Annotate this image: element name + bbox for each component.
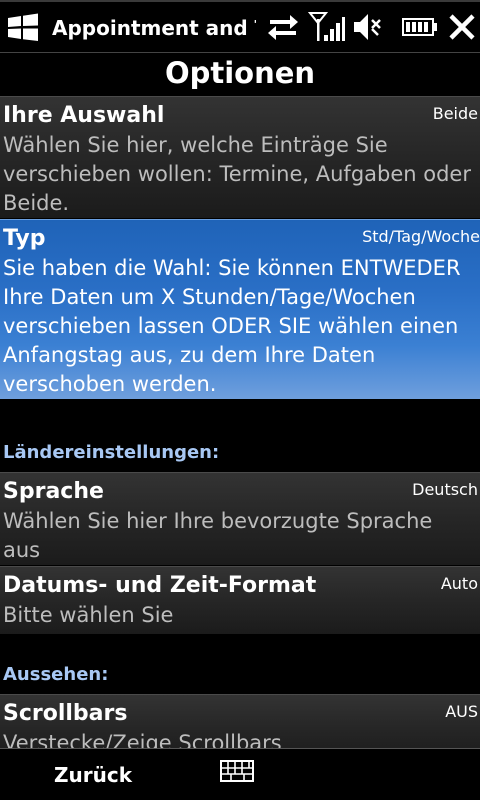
- option-description: Sie haben die Wahl: Sie können ENTWEDER …: [3, 256, 461, 396]
- close-icon[interactable]: [448, 11, 476, 43]
- option-title: Ihre Auswahl: [3, 103, 165, 128]
- option-datums-zeit-format[interactable]: Datums- und Zeit-Format Auto Bitte wähle…: [0, 566, 480, 634]
- option-title: Datums- und Zeit-Format: [3, 573, 317, 598]
- option-value: Deutsch: [412, 480, 478, 499]
- option-description: Wählen Sie hier, welche Einträge Sie ver…: [3, 133, 471, 215]
- option-ihre-auswahl[interactable]: Ihre Auswahl Beide Wählen Sie hier, welc…: [0, 96, 480, 218]
- option-scrollbars[interactable]: Scrollbars AUS Verstecke/Zeige Scrollbar…: [0, 694, 480, 748]
- option-description: Verstecke/Zeige Scrollbars: [3, 731, 282, 748]
- option-value: Std/Tag/Woche: [362, 227, 480, 246]
- option-title: Scrollbars: [3, 701, 128, 726]
- title-bar: Appointment and Ta: [0, 0, 480, 52]
- sync-arrows-icon[interactable]: [266, 11, 300, 43]
- keyboard-icon[interactable]: [220, 760, 254, 782]
- option-title: Sprache: [3, 479, 104, 504]
- options-list[interactable]: Ihre Auswahl Beide Wählen Sie hier, welc…: [0, 96, 480, 748]
- option-value: AUS: [445, 702, 478, 721]
- option-description: Bitte wählen Sie: [3, 603, 174, 627]
- option-title: Typ: [3, 226, 46, 251]
- soft-key-bar: Zurück: [0, 748, 480, 800]
- option-typ[interactable]: Typ Std/Tag/Woche Sie haben die Wahl: Si…: [0, 219, 480, 399]
- back-button[interactable]: Zurück: [54, 762, 132, 788]
- option-value: Auto: [440, 574, 478, 593]
- option-sprache[interactable]: Sprache Deutsch Wählen Sie hier Ihre bev…: [0, 472, 480, 565]
- section-heading-laendereinstellungen: Ländereinstellungen:: [3, 442, 220, 463]
- signal-strength-icon[interactable]: [308, 11, 346, 43]
- option-value: Beide: [432, 104, 478, 123]
- page-title: Optionen: [164, 56, 316, 90]
- windows-start-icon[interactable]: [6, 12, 40, 42]
- speaker-muted-icon[interactable]: [352, 11, 382, 43]
- battery-icon[interactable]: [402, 11, 438, 43]
- option-description: Wählen Sie hier Ihre bevorzugte Sprache …: [3, 509, 433, 562]
- app-title[interactable]: Appointment and Ta: [52, 14, 256, 44]
- section-heading-aussehen: Aussehen:: [3, 664, 109, 685]
